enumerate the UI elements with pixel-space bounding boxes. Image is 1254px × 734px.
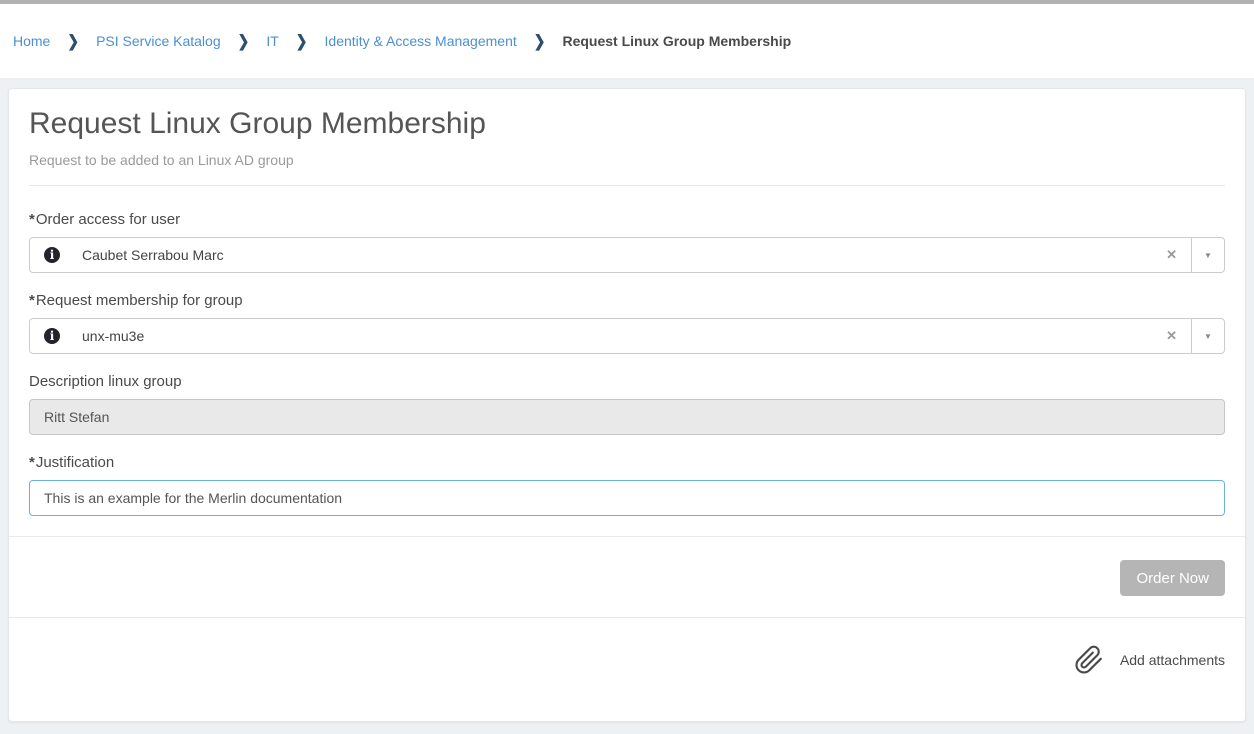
breadcrumb-it[interactable]: IT: [266, 33, 278, 49]
order-now-button[interactable]: Order Now: [1120, 560, 1225, 596]
attachments-section: Add attachments: [9, 618, 1245, 675]
breadcrumb-home[interactable]: Home: [13, 33, 50, 49]
order-access-for-user-select[interactable]: i Caubet Serrabou Marc ✕ ▼: [29, 237, 1225, 273]
description-linux-group-input: [29, 399, 1225, 435]
required-marker: *: [29, 292, 35, 309]
field-label: *Justification: [29, 455, 1225, 471]
breadcrumb-current-page: Request Linux Group Membership: [562, 33, 791, 49]
request-form-card: Request Linux Group Membership Request t…: [8, 88, 1246, 722]
dropdown-toggle[interactable]: ▼: [1191, 238, 1224, 272]
order-access-for-user-label: Order access for user: [36, 211, 180, 228]
field-label: Description linux group: [29, 374, 1225, 390]
request-membership-for-group-value: unx-mu3e: [82, 328, 1166, 344]
field-request-membership-for-group: *Request membership for group i unx-mu3e…: [29, 293, 1225, 354]
request-membership-for-group-label: Request membership for group: [36, 292, 243, 309]
field-description-linux-group: Description linux group: [29, 374, 1225, 435]
form-body: *Order access for user i Caubet Serrabou…: [9, 186, 1245, 536]
clear-icon[interactable]: ✕: [1166, 247, 1177, 263]
field-label: *Request membership for group: [29, 293, 1225, 309]
order-section: Order Now: [9, 537, 1245, 617]
required-marker: *: [29, 211, 35, 228]
chevron-right-icon: ❯: [534, 31, 546, 51]
justification-label: Justification: [36, 454, 114, 471]
info-icon: i: [44, 328, 60, 344]
breadcrumb: Home ❯ PSI Service Katalog ❯ IT ❯ Identi…: [13, 33, 791, 50]
breadcrumb-bar: Home ❯ PSI Service Katalog ❯ IT ❯ Identi…: [0, 4, 1254, 78]
justification-input[interactable]: [29, 480, 1225, 516]
chevron-right-icon: ❯: [238, 31, 250, 51]
paperclip-icon[interactable]: [1074, 645, 1104, 675]
field-justification: *Justification: [29, 455, 1225, 516]
description-linux-group-label: Description linux group: [29, 373, 182, 390]
card-header: Request Linux Group Membership Request t…: [9, 89, 1245, 186]
field-label: *Order access for user: [29, 212, 1225, 228]
add-attachments-link[interactable]: Add attachments: [1120, 652, 1225, 668]
caret-down-icon: ▼: [1204, 332, 1212, 341]
required-marker: *: [29, 454, 35, 471]
chevron-right-icon: ❯: [67, 31, 79, 51]
field-order-access-for-user: *Order access for user i Caubet Serrabou…: [29, 212, 1225, 273]
page-title: Request Linux Group Membership: [29, 104, 1225, 144]
order-access-for-user-value: Caubet Serrabou Marc: [82, 247, 1166, 263]
dropdown-toggle[interactable]: ▼: [1191, 319, 1224, 353]
request-membership-for-group-select[interactable]: i unx-mu3e ✕ ▼: [29, 318, 1225, 354]
breadcrumb-identity-access-management[interactable]: Identity & Access Management: [325, 33, 517, 49]
page-subtitle: Request to be added to an Linux AD group: [29, 151, 1225, 169]
info-icon: i: [44, 247, 60, 263]
clear-icon[interactable]: ✕: [1166, 328, 1177, 344]
caret-down-icon: ▼: [1204, 251, 1212, 260]
chevron-right-icon: ❯: [296, 31, 308, 51]
breadcrumb-psi-service-katalog[interactable]: PSI Service Katalog: [96, 33, 221, 49]
